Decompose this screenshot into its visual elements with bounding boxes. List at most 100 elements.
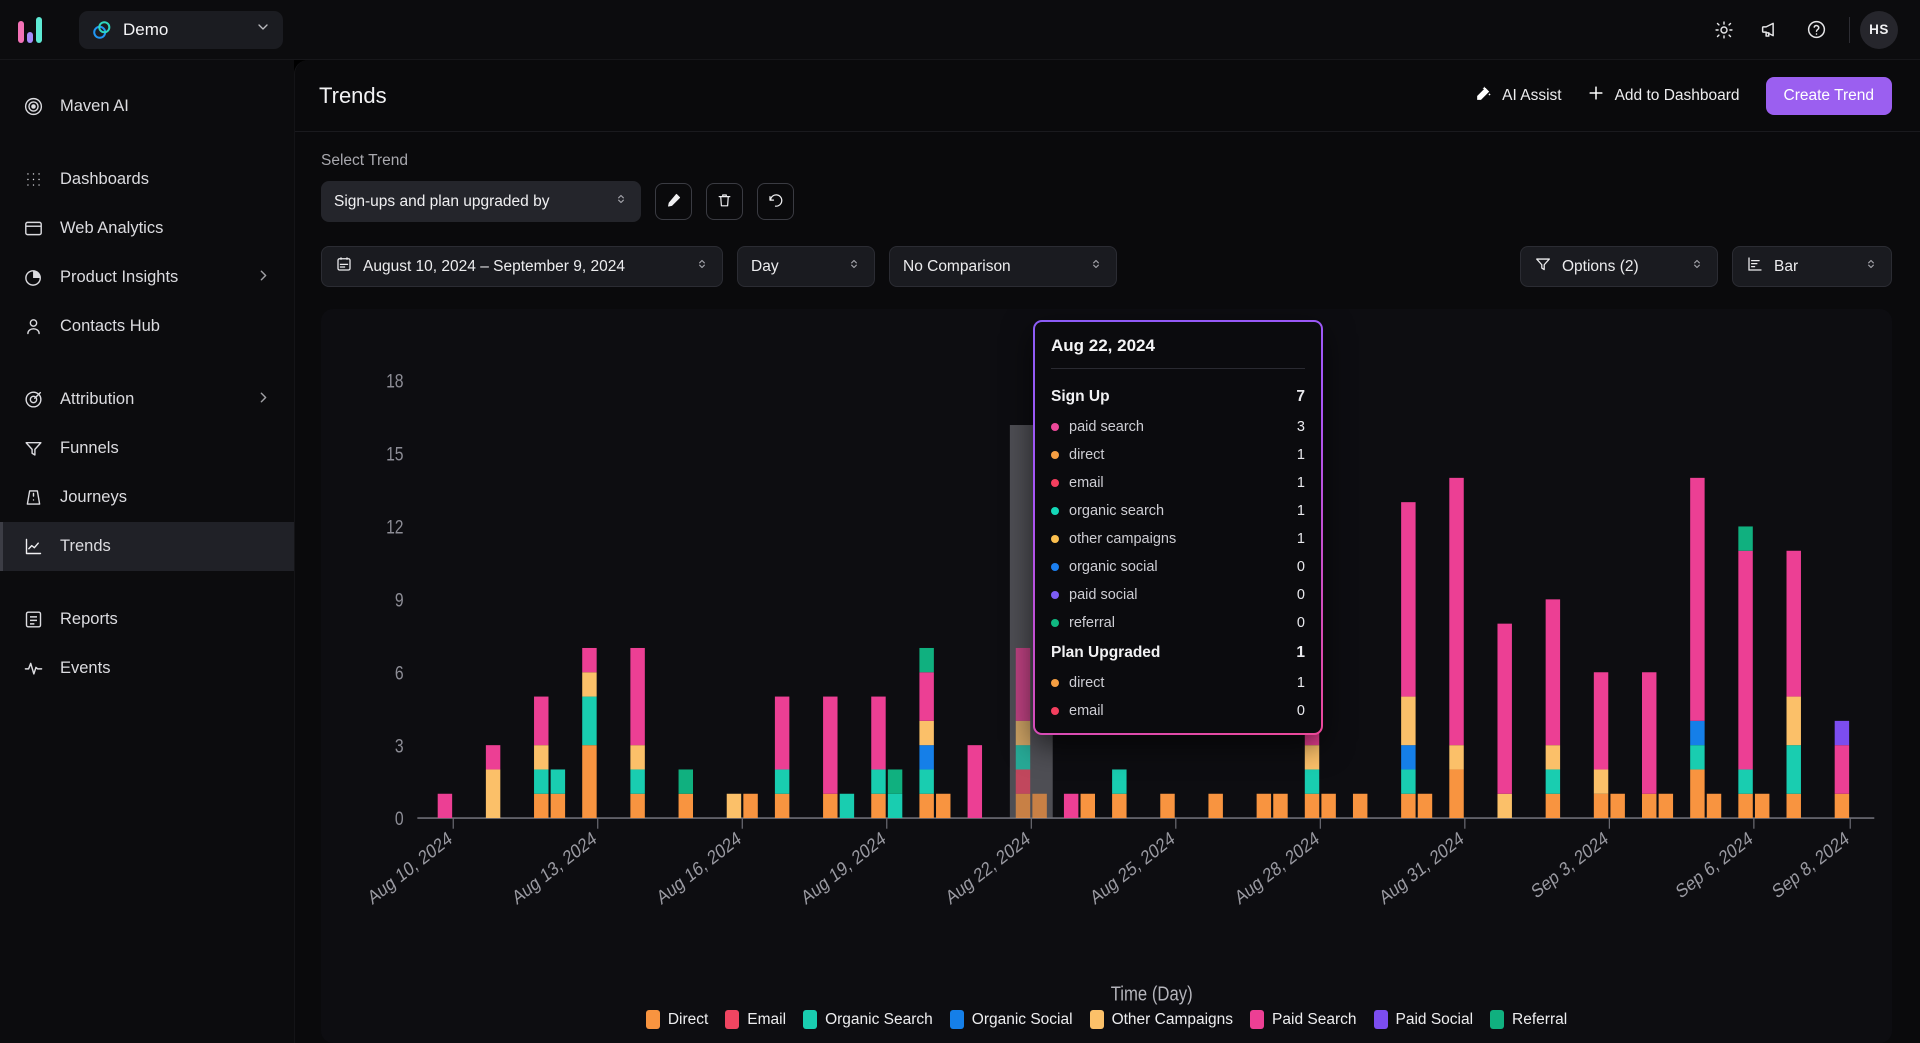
bar-segment[interactable] — [1449, 745, 1463, 769]
legend-item[interactable]: Email — [725, 1010, 786, 1029]
bar-segment[interactable] — [1690, 478, 1704, 721]
bar-segment[interactable] — [630, 648, 644, 745]
legend-item[interactable]: Paid Social — [1374, 1010, 1474, 1029]
bar-segment[interactable] — [438, 794, 452, 818]
bar-segment[interactable] — [919, 745, 933, 769]
bar-segment[interactable] — [551, 794, 565, 818]
sidebar-item-product-insights[interactable]: Product Insights — [0, 253, 294, 302]
bar-segment[interactable] — [1016, 745, 1030, 769]
bar-segment[interactable] — [871, 769, 885, 793]
app-logo[interactable] — [0, 0, 60, 60]
help-circle-icon[interactable] — [1793, 7, 1839, 53]
bar-segment[interactable] — [1546, 794, 1560, 818]
bar-segment[interactable] — [1787, 745, 1801, 794]
bar-segment[interactable] — [1112, 794, 1126, 818]
bar-segment[interactable] — [1208, 794, 1222, 818]
legend-item[interactable]: Direct — [646, 1010, 708, 1029]
bar-segment[interactable] — [1659, 794, 1673, 818]
bar-segment[interactable] — [582, 672, 596, 696]
date-range-picker[interactable]: August 10, 2024 – September 9, 2024 — [321, 246, 723, 287]
bar-segment[interactable] — [1546, 745, 1560, 769]
bar-segment[interactable] — [1690, 769, 1704, 818]
bar-segment[interactable] — [679, 794, 693, 818]
bar-segment[interactable] — [1546, 769, 1560, 793]
bar-segment[interactable] — [534, 697, 548, 746]
sidebar-item-dashboards[interactable]: Dashboards — [0, 155, 294, 204]
bar-segment[interactable] — [1738, 526, 1752, 550]
bar-segment[interactable] — [888, 769, 902, 793]
bar-segment[interactable] — [630, 794, 644, 818]
bar-segment[interactable] — [534, 745, 548, 769]
bar-segment[interactable] — [1835, 721, 1849, 745]
bar-segment[interactable] — [775, 697, 789, 770]
bar-segment[interactable] — [1755, 794, 1769, 818]
comparison-select[interactable]: No Comparison — [889, 246, 1117, 287]
trend-select[interactable]: Sign-ups and plan upgraded by — [321, 181, 641, 222]
bar-segment[interactable] — [1305, 769, 1319, 793]
bar-segment[interactable] — [936, 794, 950, 818]
bar-segment[interactable] — [1787, 697, 1801, 746]
bar-segment[interactable] — [486, 769, 500, 818]
bar-segment[interactable] — [1707, 794, 1721, 818]
viz-type-select[interactable]: Bar — [1732, 246, 1892, 287]
bar-segment[interactable] — [1016, 794, 1030, 818]
legend-item[interactable]: Organic Social — [950, 1010, 1073, 1029]
bar-segment[interactable] — [1401, 745, 1415, 769]
bar-segment[interactable] — [1353, 794, 1367, 818]
sidebar-item-journeys[interactable]: Journeys — [0, 473, 294, 522]
bar-segment[interactable] — [1610, 794, 1624, 818]
megaphone-icon[interactable] — [1747, 7, 1793, 53]
bar-segment[interactable] — [1642, 794, 1656, 818]
bar-segment[interactable] — [1064, 794, 1078, 818]
bar-segment[interactable] — [1497, 624, 1511, 794]
bar-segment[interactable] — [1016, 648, 1030, 721]
avatar[interactable]: HS — [1860, 11, 1898, 49]
bar-segment[interactable] — [679, 769, 693, 793]
bar-segment[interactable] — [1594, 672, 1608, 769]
bar-segment[interactable] — [968, 745, 982, 818]
sidebar-item-maven-ai[interactable]: Maven AI — [0, 82, 294, 131]
sidebar-item-web-analytics[interactable]: Web Analytics — [0, 204, 294, 253]
bar-segment[interactable] — [1273, 794, 1287, 818]
bar-segment[interactable] — [919, 721, 933, 745]
options-select[interactable]: Options (2) — [1520, 246, 1718, 287]
bar-segment[interactable] — [486, 745, 500, 769]
legend-item[interactable]: Paid Search — [1250, 1010, 1356, 1029]
bar-segment[interactable] — [1016, 721, 1030, 745]
sidebar-item-funnels[interactable]: Funnels — [0, 424, 294, 473]
bar-segment[interactable] — [1738, 769, 1752, 793]
bar-segment[interactable] — [630, 745, 644, 769]
bar-segment[interactable] — [1738, 794, 1752, 818]
bar-segment[interactable] — [1401, 794, 1415, 818]
bar-segment[interactable] — [919, 672, 933, 721]
bar-segment[interactable] — [1112, 769, 1126, 793]
bar-segment[interactable] — [1690, 721, 1704, 745]
bar-segment[interactable] — [1835, 745, 1849, 794]
bar-segment[interactable] — [1401, 769, 1415, 793]
bar-segment[interactable] — [775, 794, 789, 818]
create-trend-button[interactable]: Create Trend — [1766, 77, 1892, 115]
bar-segment[interactable] — [1546, 599, 1560, 745]
bar-segment[interactable] — [727, 794, 741, 818]
sidebar-item-attribution[interactable]: Attribution — [0, 375, 294, 424]
ai-assist-button[interactable]: AI Assist — [1462, 76, 1573, 116]
granularity-select[interactable]: Day — [737, 246, 875, 287]
bar-segment[interactable] — [1305, 794, 1319, 818]
bar-segment[interactable] — [840, 794, 854, 818]
bar-segment[interactable] — [919, 769, 933, 793]
bar-segment[interactable] — [775, 769, 789, 793]
bar-segment[interactable] — [630, 769, 644, 793]
bar-segment[interactable] — [1497, 794, 1511, 818]
bar-segment[interactable] — [1594, 794, 1608, 818]
bar-segment[interactable] — [1160, 794, 1174, 818]
legend-item[interactable]: Other Campaigns — [1090, 1010, 1233, 1029]
bar-segment[interactable] — [1787, 551, 1801, 697]
bar-segment[interactable] — [1787, 794, 1801, 818]
bar-segment[interactable] — [1081, 794, 1095, 818]
sidebar-item-events[interactable]: Events — [0, 644, 294, 693]
bar-segment[interactable] — [582, 745, 596, 818]
edit-trend-button[interactable] — [655, 183, 692, 220]
bar-segment[interactable] — [582, 648, 596, 672]
bar-segment[interactable] — [919, 794, 933, 818]
bar-segment[interactable] — [1418, 794, 1432, 818]
